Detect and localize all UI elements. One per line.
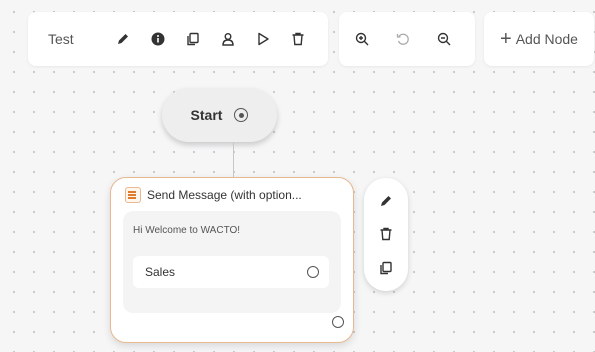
plus-icon: + bbox=[500, 28, 512, 50]
info-icon bbox=[151, 32, 165, 46]
message-text: Hi Welcome to WACTO! bbox=[133, 225, 241, 236]
node-delete-button[interactable] bbox=[373, 221, 399, 247]
user-button[interactable] bbox=[213, 24, 243, 54]
node-copy-button[interactable] bbox=[373, 255, 399, 281]
node-body: Hi Welcome to WACTO! Sales bbox=[123, 211, 341, 313]
start-label: Start bbox=[190, 107, 223, 123]
add-node-label: Add Node bbox=[515, 31, 578, 47]
pencil-icon bbox=[381, 195, 391, 206]
zoom-out-icon bbox=[437, 32, 451, 46]
list-icon bbox=[125, 187, 141, 203]
info-button[interactable] bbox=[143, 24, 173, 54]
node-edit-button[interactable] bbox=[373, 188, 399, 214]
trash-icon bbox=[380, 228, 392, 241]
zoom-in-icon bbox=[355, 32, 369, 46]
reset-zoom-button[interactable] bbox=[388, 24, 418, 54]
delete-button[interactable] bbox=[283, 24, 313, 54]
node-title: Send Message (with option... bbox=[147, 188, 302, 202]
option-label: Sales bbox=[145, 265, 176, 279]
option-connector-handle[interactable] bbox=[307, 266, 319, 278]
add-node-button[interactable]: + Add Node bbox=[484, 12, 594, 66]
trash-icon bbox=[292, 32, 304, 46]
run-button[interactable] bbox=[248, 24, 278, 54]
zoom-toolbar bbox=[339, 12, 475, 66]
play-icon bbox=[258, 32, 269, 46]
user-icon bbox=[222, 33, 234, 46]
copy-icon bbox=[380, 261, 392, 275]
option-button[interactable]: Sales bbox=[133, 256, 329, 288]
copy-icon bbox=[187, 32, 199, 46]
node-header: Send Message (with option... bbox=[125, 187, 302, 203]
connection-edge bbox=[233, 142, 234, 182]
node-actions-panel bbox=[364, 178, 408, 291]
zoom-in-button[interactable] bbox=[347, 24, 377, 54]
reset-zoom-icon bbox=[396, 33, 409, 45]
main-toolbar: Test bbox=[28, 12, 328, 66]
pencil-icon bbox=[118, 34, 128, 44]
send-message-node[interactable]: Send Message (with option... Hi Welcome … bbox=[110, 177, 354, 343]
radio-icon[interactable] bbox=[234, 108, 249, 122]
start-node[interactable]: Start bbox=[162, 88, 277, 142]
edit-button[interactable] bbox=[108, 24, 138, 54]
duplicate-button[interactable] bbox=[178, 24, 208, 54]
flow-name[interactable]: Test bbox=[48, 31, 108, 47]
node-connector-handle[interactable] bbox=[332, 316, 344, 328]
zoom-out-button[interactable] bbox=[429, 24, 459, 54]
